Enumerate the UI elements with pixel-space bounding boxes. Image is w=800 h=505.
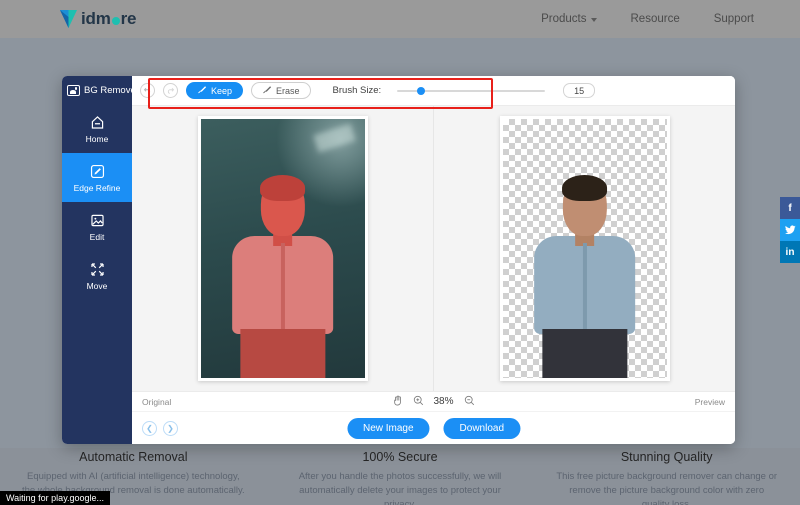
download-button[interactable]: Download [444, 418, 520, 439]
new-image-button[interactable]: New Image [347, 418, 430, 439]
brush-size-label: Brush Size: [333, 85, 382, 96]
comparison-panes [132, 106, 735, 391]
editor-actionbar: ❮ ❯ New Image Download [132, 411, 735, 444]
vidmore-v-logo-icon [58, 8, 79, 30]
subject-pants [542, 329, 627, 378]
subject-pants [240, 329, 325, 378]
logo-text-after: re [121, 9, 137, 29]
social-share-rail: f in [780, 197, 800, 263]
main-navigation: Products Resource Support [541, 13, 754, 25]
sidebar-label-move: Move [87, 282, 108, 291]
brush-size-slider[interactable] [397, 85, 545, 97]
subject-hair [562, 175, 608, 201]
sidebar-item-edge-refine[interactable]: Edge Refine [62, 153, 132, 202]
brush-icon [197, 85, 207, 96]
logo-text-before: idm [81, 9, 111, 29]
sidebar-brand: BG Remover [62, 76, 132, 104]
keep-mask-subject [201, 119, 365, 378]
chevron-right-icon[interactable]: ❯ [163, 421, 178, 436]
nav-label-resource: Resource [631, 13, 680, 25]
edge-refine-toolbar: Keep Erase Brush Size: 15 [132, 76, 735, 106]
nav-item-support[interactable]: Support [714, 13, 754, 25]
logo-dot-icon [112, 17, 120, 25]
nav-label-support: Support [714, 13, 754, 25]
feature-title: Stunning Quality [555, 450, 778, 464]
nav-label-products: Products [541, 13, 586, 25]
preview-pane[interactable] [433, 106, 735, 391]
original-photo [201, 119, 365, 378]
original-pane-label: Original [142, 397, 171, 407]
original-pane[interactable] [132, 106, 433, 391]
home-icon [89, 114, 106, 131]
undo-button[interactable] [140, 83, 155, 98]
keep-tool-label: Keep [211, 86, 232, 96]
bg-remover-editor: BG Remover Home Edge Refine [62, 76, 735, 444]
feature-stunning-quality: Stunning Quality This free picture backg… [533, 450, 800, 505]
keep-tool-button[interactable]: Keep [186, 82, 243, 99]
redo-button[interactable] [163, 83, 178, 98]
erase-tool-button[interactable]: Erase [251, 82, 311, 99]
zoom-out-icon[interactable] [464, 395, 475, 408]
erase-tool-label: Erase [276, 86, 300, 96]
twitter-icon[interactable] [780, 219, 800, 241]
canvas-statusbar: Original 38% [132, 391, 735, 411]
pen-square-icon [89, 163, 106, 180]
feature-title: 100% Secure [289, 450, 512, 464]
facebook-icon[interactable]: f [780, 197, 800, 219]
sidebar-label-home: Home [86, 135, 109, 144]
subject-hair [260, 175, 306, 201]
feature-title: Automatic Removal [22, 450, 245, 464]
original-photo-frame [198, 116, 368, 381]
preview-photo-frame [500, 116, 670, 381]
cutout-subject [503, 119, 667, 378]
preview-photo [503, 119, 667, 378]
editor-main: Keep Erase Brush Size: 15 [132, 76, 735, 444]
feature-100-percent-secure: 100% Secure After you handle the photos … [267, 450, 534, 505]
subject-shirt-placket [582, 243, 586, 328]
site-header: idm re Products Resource Support [0, 0, 800, 38]
primary-actions: New Image Download [347, 418, 520, 439]
sidebar-brand-label: BG Remover [84, 85, 132, 96]
logo-wordmark: idm re [81, 9, 136, 29]
sidebar-label-edit: Edit [90, 233, 105, 242]
preview-pane-label: Preview [695, 397, 725, 407]
move-arrows-icon [89, 261, 106, 278]
sidebar-label-edge-refine: Edge Refine [74, 184, 121, 193]
browser-status-toast: Waiting for play.google... [0, 491, 110, 505]
nav-item-products[interactable]: Products [541, 13, 596, 25]
zoom-in-icon[interactable] [412, 395, 423, 408]
sidebar-item-home[interactable]: Home [62, 104, 132, 153]
editor-sidebar: BG Remover Home Edge Refine [62, 76, 132, 444]
site-logo[interactable]: idm re [58, 8, 136, 30]
subject-shirt-placket [280, 243, 284, 328]
zoom-level-value: 38% [433, 396, 453, 407]
brush-icon [262, 85, 272, 96]
slider-thumb[interactable] [417, 87, 425, 95]
chevron-left-icon[interactable]: ❮ [142, 421, 157, 436]
sidebar-item-edit[interactable]: Edit [62, 202, 132, 251]
linkedin-icon[interactable]: in [780, 241, 800, 263]
feature-body: This free picture background remover can… [555, 470, 778, 505]
image-edit-icon [89, 212, 106, 229]
sidebar-item-move[interactable]: Move [62, 251, 132, 300]
bg-remover-icon [67, 85, 80, 96]
hand-tool-icon[interactable] [392, 395, 402, 408]
feature-body: After you handle the photos successfully… [289, 470, 512, 505]
brush-size-input[interactable]: 15 [563, 83, 595, 98]
nav-item-resource[interactable]: Resource [631, 13, 680, 25]
zoom-controls: 38% [392, 395, 474, 408]
feature-list: Automatic Removal Equipped with AI (arti… [0, 450, 800, 505]
chevron-down-icon [591, 18, 597, 22]
